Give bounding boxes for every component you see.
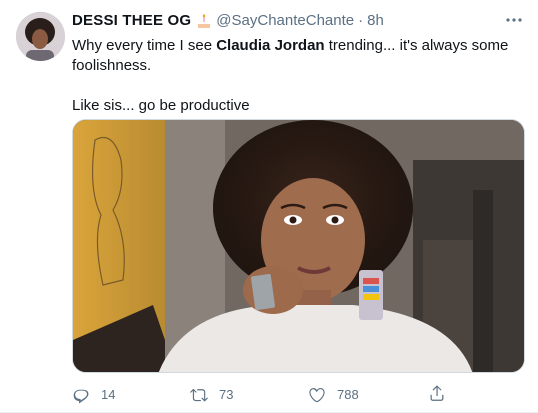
tweet-text-line-1: Why every time I see Claudia Jordan tren…: [72, 36, 512, 76]
display-name[interactable]: DESSI THEE OG: [72, 11, 191, 31]
tweet-actions: 14 73 788: [72, 384, 512, 406]
retweet-button[interactable]: 73: [190, 384, 233, 406]
tweet-text-line-2: Like sis... go be productive: [72, 97, 250, 114]
avatar-image: [16, 12, 65, 61]
avatar[interactable]: [16, 12, 65, 61]
like-button[interactable]: 788: [308, 384, 359, 406]
like-count: 788: [337, 387, 359, 402]
more-horizontal-icon: [506, 18, 522, 22]
birthday-cake-icon: [198, 14, 211, 28]
tweet-card[interactable]: DESSI THEE OG @SayChanteChante · 8h Why …: [0, 0, 538, 413]
video-thumbnail: [73, 120, 524, 372]
user-handle[interactable]: @SayChanteChante: [216, 11, 354, 31]
tweet-header: DESSI THEE OG @SayChanteChante · 8h: [72, 11, 384, 31]
retweet-count: 73: [219, 387, 234, 402]
tweet-timestamp[interactable]: 8h: [367, 11, 384, 31]
share-button[interactable]: [428, 384, 457, 402]
more-options-button[interactable]: [504, 10, 524, 30]
heart-icon: [309, 387, 325, 403]
tweet-media-video[interactable]: [72, 119, 525, 373]
reply-icon: [73, 389, 89, 404]
reply-button[interactable]: 14: [72, 384, 115, 406]
reply-count: 14: [101, 387, 116, 402]
separator-dot: ·: [358, 12, 364, 29]
tweet-text-bold: Claudia Jordan: [216, 37, 325, 54]
tweet-text: Why every time I see Claudia Jordan tren…: [72, 36, 512, 116]
retweet-icon: [190, 388, 208, 402]
tweet-text-before: Why every time I see: [72, 37, 217, 54]
share-icon: [430, 385, 444, 401]
